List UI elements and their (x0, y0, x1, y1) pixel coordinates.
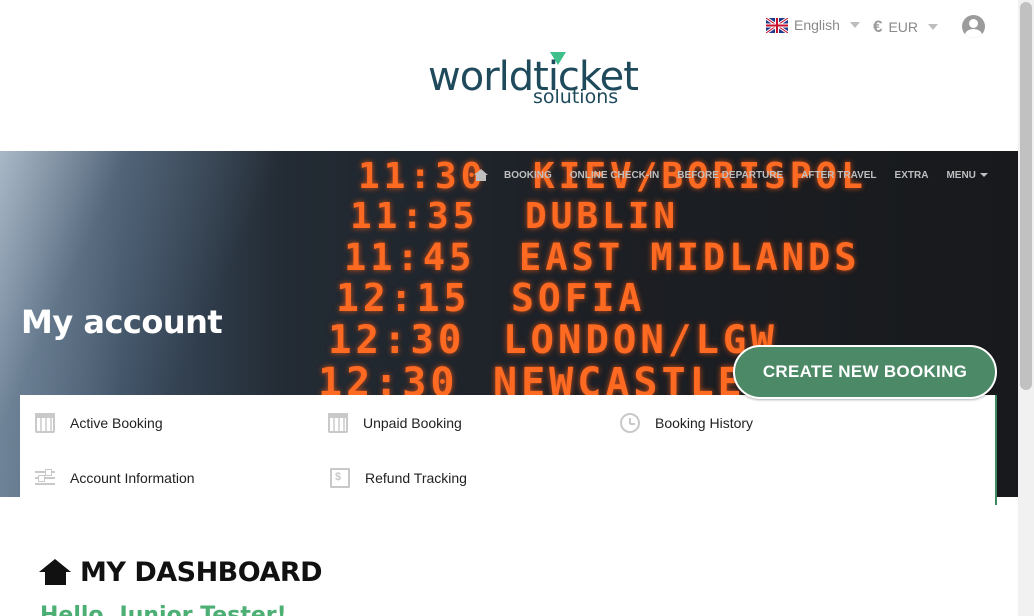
menu-label: Booking History (655, 415, 754, 431)
dashboard-heading: MY DASHBOARD (39, 557, 323, 588)
menu-label: Active Booking (70, 415, 163, 431)
nav-after-travel[interactable]: AFTER TRAVEL (801, 170, 876, 181)
nav-menu[interactable]: MENU (946, 169, 988, 181)
menu-label: Account Information (70, 470, 195, 486)
dashboard-section: MY DASHBOARD Hello, Junior Tester! (20, 505, 997, 616)
uk-flag-icon (766, 17, 788, 33)
logo-subtitle: solutions (533, 86, 619, 108)
page-title: My account (21, 303, 223, 341)
home-icon (39, 559, 72, 586)
calendar-icon (328, 413, 348, 433)
currency-label: EUR (888, 19, 919, 35)
nav-online-check-in[interactable]: ONLINE CHECK-IN (570, 170, 659, 181)
clock-icon (620, 413, 640, 433)
board-row: 11:35 DUBLIN (350, 196, 680, 237)
chevron-down-icon (849, 22, 860, 28)
main-nav: BOOKING ONLINE CHECK-IN BEFORE DEPARTURE… (474, 169, 1006, 181)
refund-document-icon: $ (330, 468, 350, 488)
scrollbar-thumb[interactable] (1020, 2, 1032, 390)
menu-label: Refund Tracking (365, 470, 467, 486)
chevron-down-icon (979, 173, 988, 177)
menu-booking-history[interactable]: Booking History (620, 413, 753, 433)
language-selector[interactable]: English (766, 17, 860, 33)
nav-booking[interactable]: BOOKING (504, 170, 552, 181)
board-row: 11:45 EAST MIDLANDS (344, 236, 861, 279)
worldticket-logo[interactable]: worldticket solutions (428, 52, 639, 118)
board-row: 12:30 LONDON/LGW (328, 318, 778, 363)
euro-icon: € (873, 17, 883, 36)
menu-account-information[interactable]: Account Information (35, 468, 195, 488)
home-icon[interactable] (474, 169, 488, 181)
nav-before-departure[interactable]: BEFORE DEPARTURE (677, 170, 783, 181)
chevron-down-icon (928, 24, 939, 30)
account-menu: Active Booking Unpaid Booking Booking Hi… (20, 395, 997, 505)
user-account-icon[interactable] (962, 15, 985, 38)
language-label: English (794, 17, 840, 33)
dashboard-heading-text: MY DASHBOARD (80, 557, 323, 588)
board-row: 12:15 SOFIA (336, 276, 646, 320)
calendar-icon (35, 413, 55, 433)
nav-menu-label: MENU (946, 169, 976, 181)
currency-selector[interactable]: € EUR (873, 17, 939, 37)
logo-triangle-icon (550, 52, 566, 65)
menu-active-booking[interactable]: Active Booking (35, 413, 163, 433)
menu-refund-tracking[interactable]: $ Refund Tracking (328, 468, 467, 488)
top-bar: English € EUR worldticket solutions (0, 0, 1018, 150)
menu-label: Unpaid Booking (363, 415, 462, 431)
sliders-icon (35, 468, 55, 488)
menu-unpaid-booking[interactable]: Unpaid Booking (328, 413, 462, 433)
greeting: Hello, Junior Tester! (40, 603, 287, 616)
page-scrollbar[interactable] (1018, 0, 1034, 616)
create-new-booking-button[interactable]: CREATE NEW BOOKING (733, 345, 997, 399)
panel-accent-border (995, 395, 997, 505)
nav-extra[interactable]: EXTRA (895, 170, 929, 181)
